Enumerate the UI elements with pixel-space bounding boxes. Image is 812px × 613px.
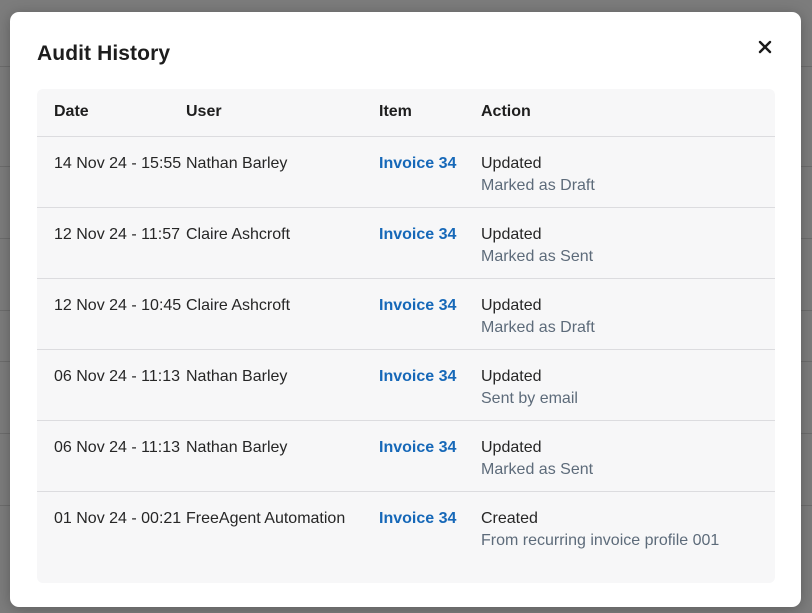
action-detail: Marked as Sent <box>481 460 594 478</box>
action-type: Updated <box>481 438 542 456</box>
table-row: 06 Nov 24 - 11:13 Nathan Barley Invoice … <box>37 349 775 420</box>
action-cell: Updated Sent by email <box>481 349 775 420</box>
date-cell: 06 Nov 24 - 11:13 <box>54 367 181 385</box>
action-type: Updated <box>481 296 542 314</box>
close-icon[interactable] <box>758 40 772 54</box>
table-row: 06 Nov 24 - 11:13 Nathan Barley Invoice … <box>37 420 775 491</box>
action-type: Created <box>481 509 538 527</box>
column-header-date: Date <box>54 103 89 120</box>
action-detail: Marked as Draft <box>481 318 595 336</box>
audit-history-modal: Audit History Date User Item Action 14 N… <box>10 12 801 607</box>
table-header-row: Date User Item Action <box>37 89 775 136</box>
item-cell: Invoice 34 <box>379 491 481 562</box>
user-cell: Nathan Barley <box>186 367 288 385</box>
user-cell: Claire Ashcroft <box>186 296 291 314</box>
date-cell: 06 Nov 24 - 11:13 <box>54 438 181 456</box>
invoice-link[interactable]: Invoice 34 <box>379 297 456 314</box>
column-header-action: Action <box>481 103 531 120</box>
user-cell: Claire Ashcroft <box>186 225 291 243</box>
invoice-link[interactable]: Invoice 34 <box>379 510 456 527</box>
column-header-item: Item <box>379 103 412 120</box>
user-cell: Nathan Barley <box>186 438 288 456</box>
item-cell: Invoice 34 <box>379 278 481 349</box>
action-cell: Updated Marked as Draft <box>481 136 775 207</box>
modal-title: Audit History <box>37 42 171 65</box>
action-detail: Sent by email <box>481 389 578 407</box>
action-cell: Updated Marked as Draft <box>481 278 775 349</box>
item-cell: Invoice 34 <box>379 420 481 491</box>
action-cell: Updated Marked as Sent <box>481 207 775 278</box>
date-cell: 12 Nov 24 - 11:57 <box>54 225 181 243</box>
table-row: 12 Nov 24 - 11:57 Claire Ashcroft Invoic… <box>37 207 775 278</box>
action-detail: From recurring invoice profile 001 <box>481 531 720 549</box>
action-detail: Marked as Draft <box>481 176 595 194</box>
invoice-link[interactable]: Invoice 34 <box>379 155 456 172</box>
audit-table-container: Date User Item Action 14 Nov 24 - 15:55 … <box>37 89 775 583</box>
action-type: Updated <box>481 367 542 385</box>
date-cell: 14 Nov 24 - 15:55 <box>54 154 182 172</box>
action-cell: Created From recurring invoice profile 0… <box>481 491 775 562</box>
invoice-link[interactable]: Invoice 34 <box>379 439 456 456</box>
table-row: 12 Nov 24 - 10:45 Claire Ashcroft Invoic… <box>37 278 775 349</box>
item-cell: Invoice 34 <box>379 207 481 278</box>
action-type: Updated <box>481 154 542 172</box>
close-button[interactable] <box>754 36 776 58</box>
user-cell: FreeAgent Automation <box>186 509 346 527</box>
table-row: 01 Nov 24 - 00:21 FreeAgent Automation I… <box>37 491 775 562</box>
date-cell: 12 Nov 24 - 10:45 <box>54 296 182 314</box>
action-type: Updated <box>481 225 542 243</box>
invoice-link[interactable]: Invoice 34 <box>379 226 456 243</box>
action-detail: Marked as Sent <box>481 247 594 265</box>
column-header-user: User <box>186 103 222 120</box>
table-row: 14 Nov 24 - 15:55 Nathan Barley Invoice … <box>37 136 775 207</box>
invoice-link[interactable]: Invoice 34 <box>379 368 456 385</box>
date-cell: 01 Nov 24 - 00:21 <box>54 509 182 527</box>
user-cell: Nathan Barley <box>186 154 288 172</box>
item-cell: Invoice 34 <box>379 136 481 207</box>
audit-table: Date User Item Action 14 Nov 24 - 15:55 … <box>37 89 775 562</box>
item-cell: Invoice 34 <box>379 349 481 420</box>
action-cell: Updated Marked as Sent <box>481 420 775 491</box>
